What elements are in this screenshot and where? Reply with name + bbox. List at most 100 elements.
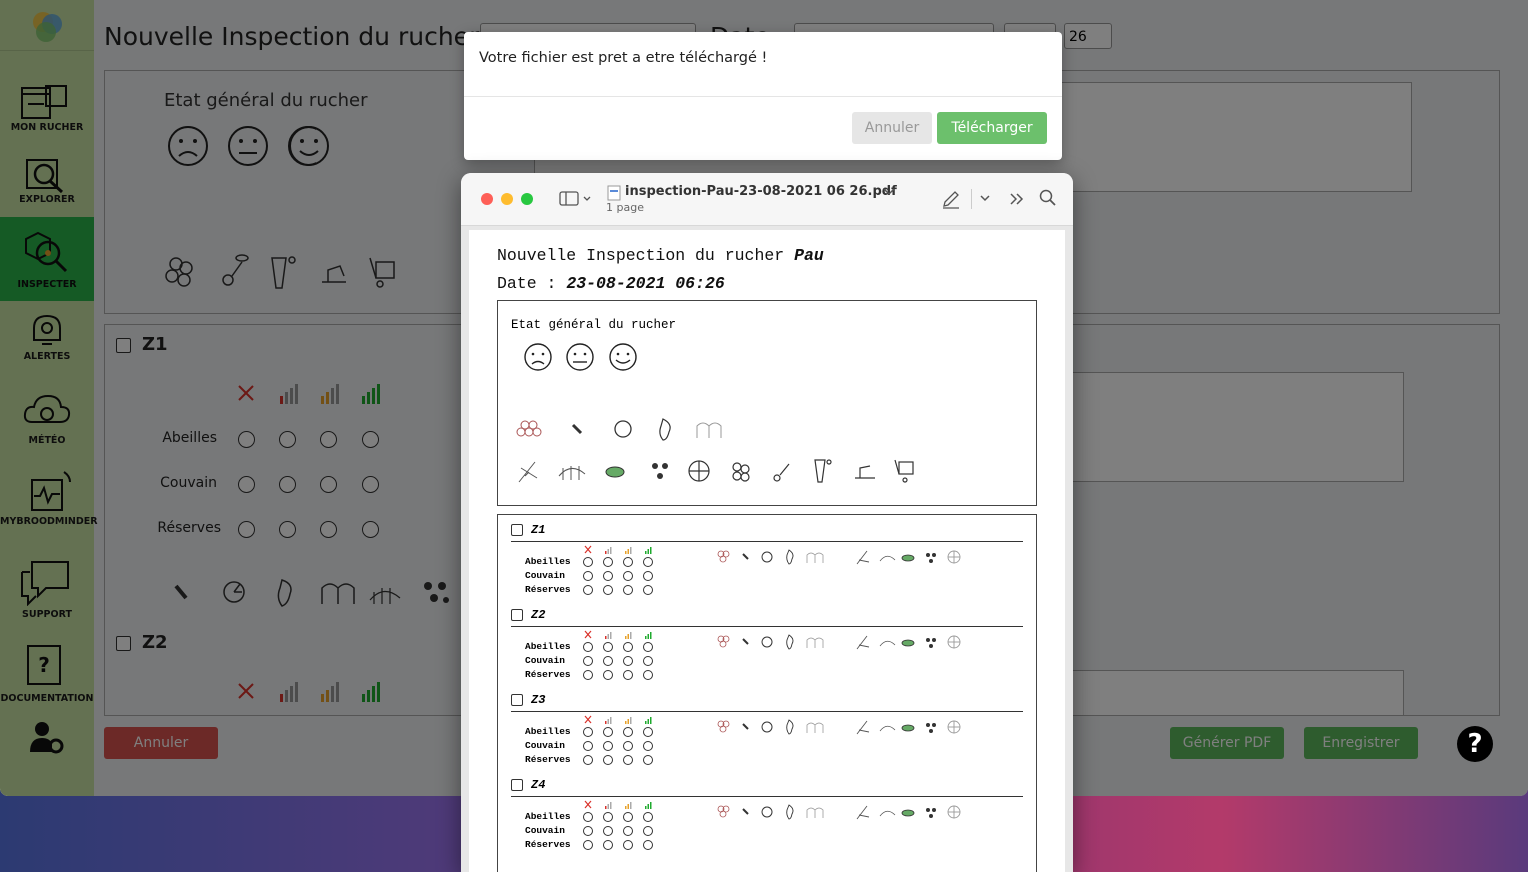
brush-icon	[742, 638, 749, 645]
strength-medium-icon	[625, 547, 632, 554]
pdf-row-label: Réserves	[525, 754, 571, 765]
none-cross-icon	[584, 545, 592, 554]
brush-icon	[571, 423, 583, 435]
pdf-radio	[623, 840, 633, 850]
pdf-strength-header	[584, 630, 652, 639]
pdf-zone-title: Z3	[531, 693, 546, 707]
pdf-zone-title: Z1	[531, 523, 546, 537]
comb-icon	[879, 555, 896, 562]
minimize-window-button[interactable]	[501, 193, 513, 205]
strength-medium-icon	[625, 632, 632, 639]
pdf-zone-line	[511, 626, 1023, 627]
target-icon	[947, 550, 961, 564]
pdf-radio	[603, 727, 613, 737]
pdf-zone-checkbox	[511, 609, 523, 621]
close-window-button[interactable]	[481, 193, 493, 205]
pdf-row-label: Abeilles	[525, 726, 571, 737]
help-button[interactable]: ?	[1457, 726, 1493, 762]
modal-divider	[464, 96, 1062, 97]
pdf-radio	[643, 642, 653, 652]
comb-icon	[717, 805, 730, 818]
molecule-icon	[652, 463, 668, 479]
pdf-zone-icons	[717, 549, 961, 565]
pdf-apiary-name: Pau	[794, 246, 824, 265]
pdf-radio	[623, 727, 633, 737]
shell-icon	[761, 806, 773, 818]
comb-icon	[516, 420, 542, 437]
maximize-window-button[interactable]	[521, 193, 533, 205]
bee-icon	[605, 466, 625, 478]
search-icon[interactable]	[1039, 189, 1057, 207]
pdf-row-label: Abeilles	[525, 811, 571, 822]
shell-icon	[761, 636, 773, 648]
modal-cancel-button[interactable]: Annuler	[852, 112, 932, 144]
pdf-radio	[583, 557, 593, 567]
cart-icon	[894, 459, 914, 483]
pdf-radio	[583, 585, 593, 595]
pdf-radio	[603, 642, 613, 652]
pdf-radio	[643, 826, 653, 836]
brush-icon	[742, 553, 749, 560]
target-icon	[947, 720, 961, 734]
larva-icon	[786, 634, 794, 650]
strength-low-icon	[605, 717, 612, 724]
pdf-radio	[603, 557, 613, 567]
markup-pen-icon[interactable]	[941, 189, 961, 209]
pdf-radio	[603, 670, 613, 680]
bees-group-icon	[696, 422, 722, 438]
strength-high-icon	[645, 717, 652, 724]
pdf-zone-line	[511, 796, 1023, 797]
strength-medium-icon	[625, 717, 632, 724]
pdf-page-count: 1 page	[606, 201, 644, 214]
pdf-zone-checkbox	[511, 694, 523, 706]
comb-icon	[717, 635, 730, 648]
download-button[interactable]: Télécharger	[937, 112, 1047, 144]
target-icon	[688, 460, 710, 482]
pdf-row-label: Réserves	[525, 669, 571, 680]
pdf-radio	[643, 812, 653, 822]
pdf-radio	[643, 670, 653, 680]
pdf-etat-title: Etat général du rucher	[511, 318, 677, 332]
strength-low-icon	[605, 547, 612, 554]
pdf-zone-icons	[717, 804, 961, 820]
pdf-radio	[603, 741, 613, 751]
pdf-radio	[603, 656, 613, 666]
pollen-icon	[856, 720, 870, 735]
chevron-down-icon[interactable]	[883, 187, 895, 197]
none-cross-icon	[584, 630, 592, 639]
larva-icon	[659, 418, 671, 441]
flower-icon	[732, 462, 750, 482]
shell-icon	[761, 551, 773, 563]
tool-icon	[814, 459, 832, 483]
pdf-strength-header	[584, 715, 652, 724]
happy-face-icon	[609, 343, 637, 371]
larva-icon	[786, 719, 794, 735]
pdf-zone-title: Z2	[531, 608, 546, 622]
bee-icon	[901, 639, 915, 647]
comb-icon	[879, 810, 896, 817]
comb-icon	[717, 550, 730, 563]
pdf-radio	[643, 585, 653, 595]
pdf-etat-icons-row2	[518, 459, 914, 483]
strength-high-icon	[645, 547, 652, 554]
chevron-down-icon[interactable]	[980, 195, 990, 203]
pdf-zone-line	[511, 711, 1023, 712]
pdf-row-label: Abeilles	[525, 641, 571, 652]
more-tools-icon[interactable]	[1009, 192, 1025, 206]
pdf-mood-faces	[524, 343, 637, 371]
pdf-row-label: Couvain	[525, 825, 565, 836]
brush-icon	[742, 808, 749, 815]
sidebar-toggle-icon[interactable]	[559, 191, 595, 207]
pdf-radio	[603, 812, 613, 822]
pdf-zone-line	[511, 541, 1023, 542]
pdf-radio	[583, 727, 593, 737]
pdf-radio	[643, 840, 653, 850]
pdf-filename[interactable]: inspection-Pau-23-08-2021 06 26.pdf	[625, 184, 897, 199]
scale-icon	[855, 465, 875, 479]
bees-group-icon	[806, 722, 824, 733]
pdf-radio	[583, 840, 593, 850]
pdf-zone-icons	[717, 719, 961, 735]
pdf-radio	[623, 571, 633, 581]
pdf-row-label: Couvain	[525, 570, 565, 581]
pollen-icon	[518, 461, 538, 483]
